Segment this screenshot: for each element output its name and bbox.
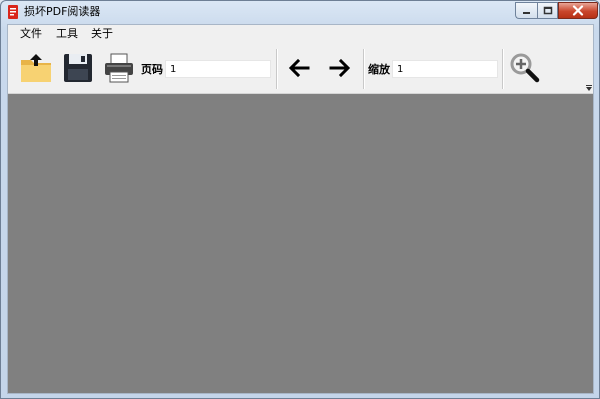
app-window: 损坏PDF阅读器 文件 工具 关于 页码 1 缩放 1 — [0, 0, 600, 399]
page-number-input[interactable] — [165, 60, 271, 78]
printer-icon — [105, 53, 133, 83]
page-number-label: 页码 — [141, 63, 163, 76]
floppy-disk-icon — [64, 54, 92, 82]
maximize-button[interactable] — [537, 2, 558, 19]
zoom-label: 缩放 — [368, 63, 390, 76]
menu-file[interactable]: 文件 — [20, 27, 42, 41]
app-icon — [8, 5, 18, 19]
toolbar-separator — [363, 49, 365, 89]
menu-tools[interactable]: 工具 — [56, 27, 78, 41]
toolbar-separator — [276, 49, 278, 89]
window-title: 损坏PDF阅读器 — [24, 5, 101, 18]
client-area: 文件 工具 关于 页码 1 缩放 1 — [7, 24, 594, 394]
toolbar: 页码 缩放 — [8, 44, 593, 94]
next-page-button[interactable] — [320, 48, 360, 88]
menu-bar: 文件 工具 关于 — [8, 25, 593, 44]
minimize-button[interactable] — [515, 2, 537, 19]
maximize-icon — [543, 6, 552, 15]
zoom-in-icon — [510, 53, 540, 83]
arrow-right-icon — [329, 58, 351, 78]
minimize-icon — [523, 12, 530, 14]
zoom-in-button[interactable] — [504, 48, 544, 88]
arrow-left-icon — [288, 58, 310, 78]
close-icon — [572, 5, 584, 16]
title-bar[interactable]: 损坏PDF阅读器 — [1, 1, 599, 23]
document-viewer[interactable] — [8, 94, 593, 393]
close-button[interactable] — [558, 2, 598, 19]
zoom-input[interactable] — [392, 60, 498, 78]
open-file-button[interactable] — [16, 48, 56, 88]
save-button[interactable] — [58, 48, 98, 88]
previous-page-button[interactable] — [279, 48, 319, 88]
toolbar-overflow-icon[interactable] — [585, 84, 593, 92]
print-button[interactable] — [99, 48, 139, 88]
menu-about[interactable]: 关于 — [91, 27, 113, 41]
open-folder-icon — [21, 54, 51, 82]
